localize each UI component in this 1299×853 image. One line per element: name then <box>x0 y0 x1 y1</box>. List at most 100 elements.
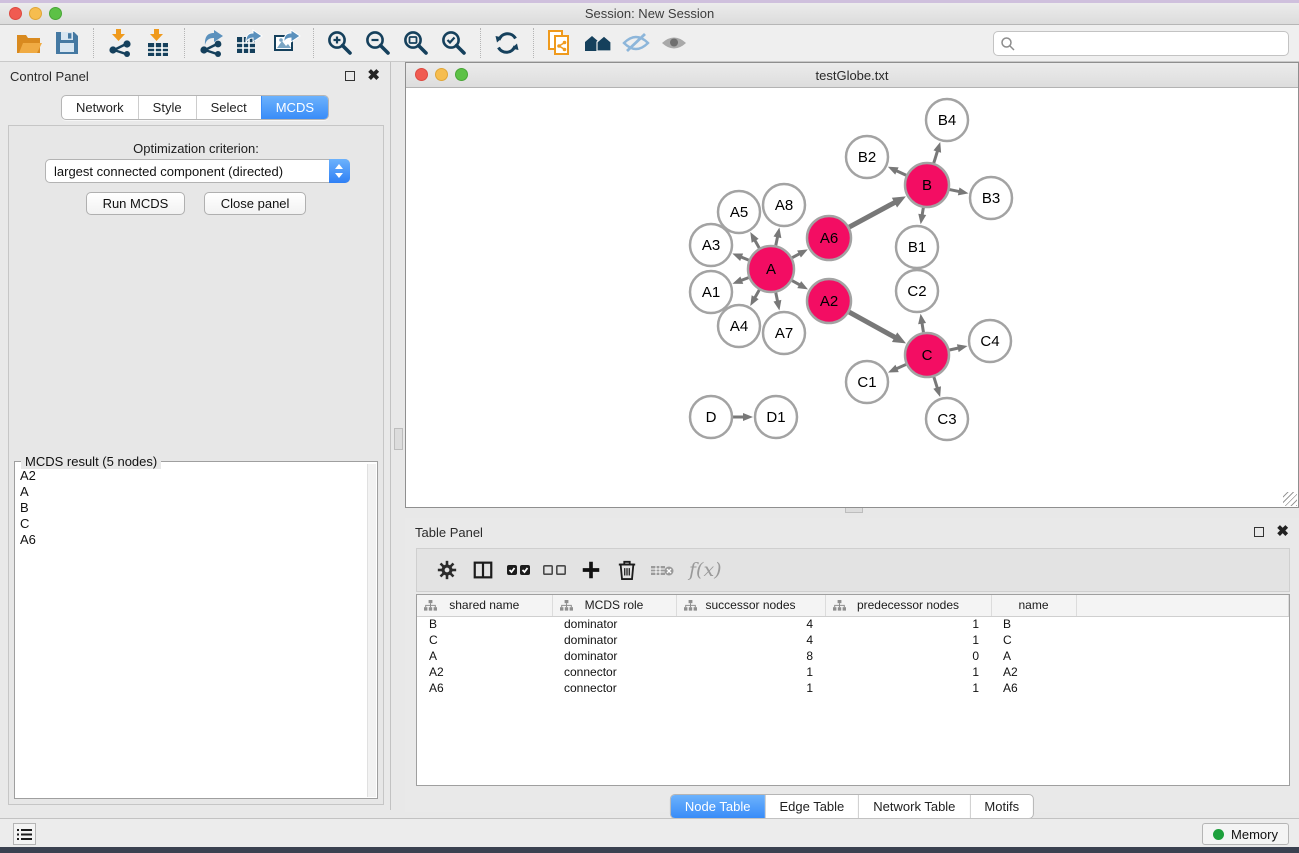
open-session-icon[interactable] <box>12 28 46 58</box>
tab-network-table[interactable]: Network Table <box>858 795 969 818</box>
column-header-predecessor-nodes[interactable]: predecessor nodes <box>825 595 991 616</box>
edge-arrow-icon <box>918 314 926 324</box>
table-cell[interactable]: C <box>991 632 1076 648</box>
result-list-item[interactable]: A <box>20 484 364 500</box>
zoom-window-button[interactable] <box>49 7 62 20</box>
table-panel-tabs: Node Table Edge Table Network Table Moti… <box>670 794 1034 819</box>
table-cell[interactable]: dominator <box>552 616 676 632</box>
table-row[interactable]: A2connector11A2 <box>417 664 1289 680</box>
table-cell[interactable]: B <box>991 616 1076 632</box>
memory-button[interactable]: Memory <box>1202 823 1289 845</box>
select-all-icon[interactable] <box>501 554 537 586</box>
table-cell[interactable]: connector <box>552 680 676 696</box>
new-network-from-selection-icon[interactable] <box>543 28 577 58</box>
zoom-fit-icon[interactable] <box>399 28 433 58</box>
zoom-in-icon[interactable] <box>323 28 357 58</box>
column-header-shared-name[interactable]: shared name <box>417 595 552 616</box>
table-cell[interactable]: A6 <box>417 680 552 696</box>
zoom-out-icon[interactable] <box>361 28 395 58</box>
table-cell[interactable]: 4 <box>676 632 825 648</box>
criterion-dropdown[interactable]: largest connected component (directed) <box>45 159 350 183</box>
table-cell[interactable]: A <box>417 648 552 664</box>
deselect-all-icon[interactable] <box>537 554 573 586</box>
result-list-item[interactable]: B <box>20 500 364 516</box>
delete-column-icon[interactable] <box>609 554 645 586</box>
show-panels-list-button[interactable] <box>13 823 36 845</box>
column-header-MCDS-role[interactable]: MCDS role <box>552 595 676 616</box>
export-image-icon[interactable] <box>270 28 304 58</box>
tab-network[interactable]: Network <box>62 96 138 119</box>
table-cell[interactable]: 1 <box>825 680 991 696</box>
function-builder-icon[interactable]: f(x) <box>689 559 722 581</box>
table-header-row[interactable]: shared nameMCDS rolesuccessor nodesprede… <box>417 595 1289 616</box>
save-session-icon[interactable] <box>50 28 84 58</box>
table-cell[interactable]: A6 <box>991 680 1076 696</box>
table-cell[interactable]: B <box>417 616 552 632</box>
tab-style[interactable]: Style <box>138 96 196 119</box>
result-list-item[interactable]: C <box>20 516 364 532</box>
table-cell[interactable]: A2 <box>417 664 552 680</box>
table-cell[interactable]: 1 <box>676 664 825 680</box>
table-cell[interactable]: A2 <box>991 664 1076 680</box>
graph-edge-A2-C[interactable] <box>849 312 896 338</box>
export-table-icon[interactable] <box>232 28 266 58</box>
column-header-successor-nodes[interactable]: successor nodes <box>676 595 825 616</box>
float-panel-icon[interactable] <box>1254 527 1264 537</box>
delete-table-icon[interactable] <box>645 554 681 586</box>
gear-icon[interactable] <box>429 554 465 586</box>
table-row[interactable]: Cdominator41C <box>417 632 1289 648</box>
search-input[interactable] <box>1016 36 1276 51</box>
result-list-item[interactable]: A2 <box>20 468 364 484</box>
close-panel-icon[interactable]: ✖ <box>367 71 380 81</box>
close-window-button[interactable] <box>9 7 22 20</box>
add-column-icon[interactable] <box>573 554 609 586</box>
graph-edge-B-B4[interactable] <box>934 150 938 163</box>
column-header-name[interactable]: name <box>991 595 1076 616</box>
table-cell[interactable]: A <box>991 648 1076 664</box>
table-row[interactable]: A6connector11A6 <box>417 680 1289 696</box>
close-panel-icon[interactable]: ✖ <box>1276 527 1289 537</box>
graph-edge-A6-B[interactable] <box>849 202 896 227</box>
table-cell[interactable]: C <box>417 632 552 648</box>
import-network-icon[interactable] <box>103 28 137 58</box>
table-row[interactable]: Bdominator41B <box>417 616 1289 632</box>
tab-node-table[interactable]: Node Table <box>671 795 765 818</box>
table-cell[interactable]: dominator <box>552 648 676 664</box>
tab-mcds[interactable]: MCDS <box>261 96 328 119</box>
network-minimize-button[interactable] <box>435 68 448 81</box>
table-cell[interactable]: 1 <box>676 680 825 696</box>
table-cell[interactable]: 4 <box>676 616 825 632</box>
network-close-button[interactable] <box>415 68 428 81</box>
export-network-icon[interactable] <box>194 28 228 58</box>
show-all-icon[interactable] <box>657 28 691 58</box>
search-box[interactable] <box>993 31 1289 56</box>
table-cell[interactable]: dominator <box>552 632 676 648</box>
resize-grip-icon[interactable] <box>1283 492 1297 506</box>
table-cell[interactable]: 8 <box>676 648 825 664</box>
network-zoom-button[interactable] <box>455 68 468 81</box>
table-row[interactable]: Adominator80A <box>417 648 1289 664</box>
minimize-window-button[interactable] <box>29 7 42 20</box>
mcds-result-list[interactable]: A2ABCA6 <box>16 466 368 796</box>
zoom-selected-icon[interactable] <box>437 28 471 58</box>
tab-select[interactable]: Select <box>196 96 261 119</box>
table-cell[interactable]: 1 <box>825 616 991 632</box>
result-list-item[interactable]: A6 <box>20 532 364 548</box>
close-panel-button[interactable]: Close panel <box>204 192 307 215</box>
float-panel-icon[interactable] <box>345 71 355 81</box>
hide-selected-icon[interactable] <box>619 28 653 58</box>
table-cell[interactable]: 0 <box>825 648 991 664</box>
network-graph-canvas[interactable]: AA1A2A3A4A5A6A7A8BB1B2B3B4CC1C2C3C4DD1 <box>406 88 1298 507</box>
tab-motifs[interactable]: Motifs <box>969 795 1033 818</box>
table-cell[interactable]: connector <box>552 664 676 680</box>
first-neighbors-icon[interactable] <box>581 28 615 58</box>
split-view-icon[interactable] <box>465 554 501 586</box>
run-mcds-button[interactable]: Run MCDS <box>86 192 186 215</box>
import-table-icon[interactable] <box>141 28 175 58</box>
table-cell[interactable]: 1 <box>825 632 991 648</box>
table-cell[interactable]: 1 <box>825 664 991 680</box>
vertical-splitter-handle[interactable] <box>394 428 403 450</box>
result-scrollbar[interactable] <box>367 464 376 797</box>
tab-edge-table[interactable]: Edge Table <box>764 795 858 818</box>
refresh-icon[interactable] <box>490 28 524 58</box>
